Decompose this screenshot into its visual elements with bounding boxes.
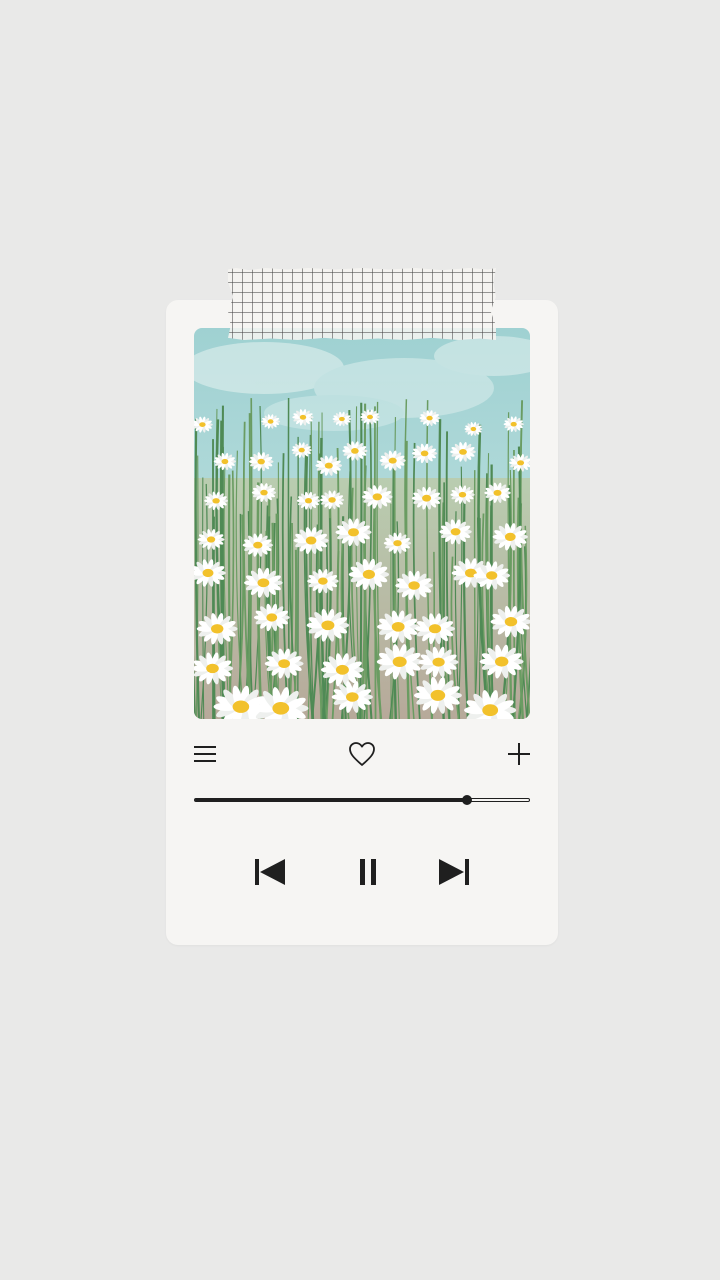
heart-icon xyxy=(349,742,375,766)
daisy-center xyxy=(257,458,265,465)
daisy-field-illustration xyxy=(194,328,530,719)
daisy-center xyxy=(305,536,317,545)
daisy-center xyxy=(328,497,336,503)
daisy-center xyxy=(388,457,397,464)
daisy-center xyxy=(278,659,290,668)
daisy-center xyxy=(211,624,224,634)
daisy-center xyxy=(267,419,274,424)
pause-button[interactable] xyxy=(350,852,386,892)
daisy-center xyxy=(318,577,328,585)
daisy-center xyxy=(517,460,525,466)
progress-fill xyxy=(195,798,468,802)
daisy-center xyxy=(207,536,216,543)
album-art xyxy=(194,328,530,719)
daisy-center xyxy=(202,568,214,578)
daisy-center xyxy=(257,578,270,588)
daisy-center xyxy=(362,569,375,579)
daisy-center xyxy=(253,541,263,549)
like-button[interactable] xyxy=(348,740,376,768)
daisy-center xyxy=(266,613,278,622)
pause-icon xyxy=(360,859,376,885)
daisy-center xyxy=(482,704,499,717)
next-button[interactable] xyxy=(434,852,474,892)
daisy-center xyxy=(321,620,335,631)
daisy-center xyxy=(372,493,382,501)
daisy-center xyxy=(199,422,206,427)
daisy-center xyxy=(504,617,518,627)
daisy-center xyxy=(272,702,290,715)
daisy-center xyxy=(348,528,359,537)
daisy-center xyxy=(420,450,429,457)
daisy-center xyxy=(305,498,312,504)
daisy-center xyxy=(367,414,373,420)
daisy-center xyxy=(426,415,433,421)
daisy-center xyxy=(458,491,467,498)
daisy-center xyxy=(504,532,516,541)
daisy-center xyxy=(260,489,268,496)
daisy-center xyxy=(206,663,219,674)
daisy-center xyxy=(393,540,402,547)
menu-icon xyxy=(194,746,216,762)
daisy-center xyxy=(486,571,498,580)
daisy-center xyxy=(212,498,220,504)
daisy-center xyxy=(510,421,517,427)
previous-button[interactable] xyxy=(250,852,290,892)
daisy-center xyxy=(495,656,509,667)
daisy-center xyxy=(408,581,420,590)
skip-previous-icon xyxy=(255,859,285,885)
daisy-center xyxy=(430,689,446,701)
daisy-center xyxy=(470,426,477,432)
daisy-center xyxy=(428,624,442,634)
daisy-center xyxy=(432,657,445,667)
daisy-center xyxy=(450,528,461,536)
daisy-center xyxy=(298,447,305,453)
daisy-center xyxy=(324,462,333,469)
stage xyxy=(0,0,720,1280)
daisy-center xyxy=(335,664,349,675)
daisy-center xyxy=(351,448,359,454)
daisy-center xyxy=(422,494,432,502)
daisy-center xyxy=(391,622,405,632)
daisy-center xyxy=(221,458,229,465)
progress-slider[interactable] xyxy=(194,795,530,805)
daisy-center xyxy=(459,449,467,455)
skip-next-icon xyxy=(439,859,469,885)
daisy-center xyxy=(493,489,502,496)
daisy-center xyxy=(346,692,359,702)
daisy-center xyxy=(232,700,250,713)
plus-icon xyxy=(508,743,530,765)
menu-button[interactable] xyxy=(191,740,219,768)
washi-tape xyxy=(228,268,496,340)
daisy-center xyxy=(339,416,345,422)
daisy-center xyxy=(299,414,307,420)
add-button[interactable] xyxy=(505,740,533,768)
daisy-center xyxy=(392,656,407,667)
